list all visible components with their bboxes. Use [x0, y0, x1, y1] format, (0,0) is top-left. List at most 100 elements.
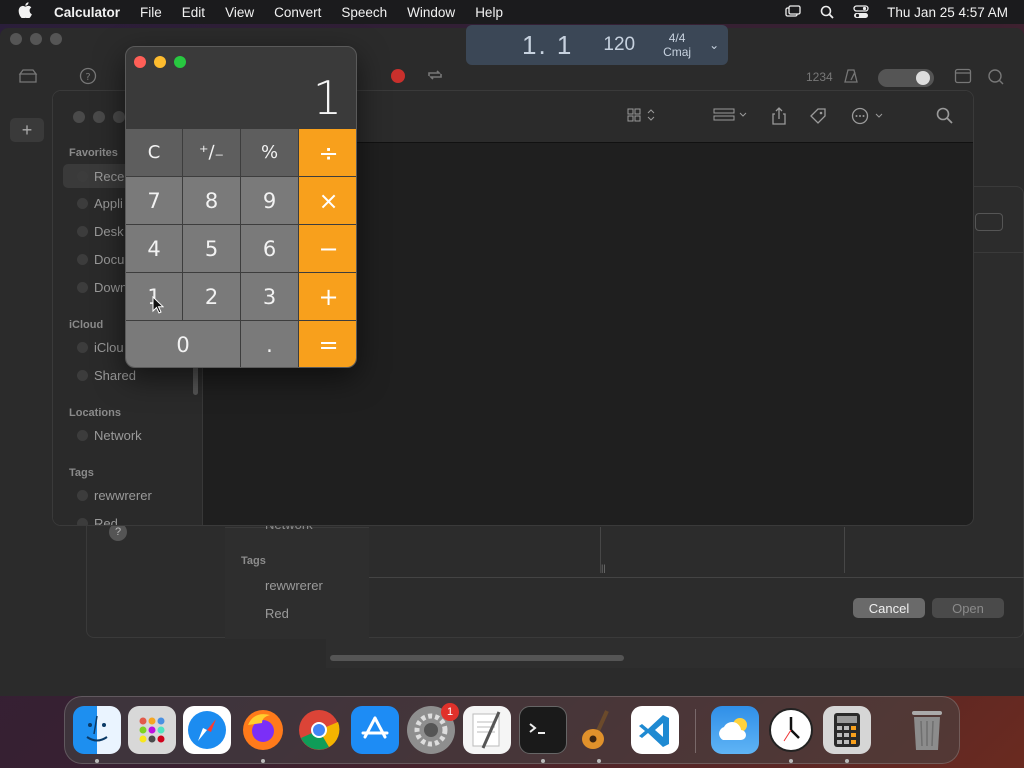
sidebar-item-tag[interactable]: rewwrerer — [77, 488, 152, 503]
sidebar-item-network[interactable]: Network — [77, 428, 142, 443]
tag-icon[interactable] — [809, 107, 827, 129]
decimal-button[interactable]: . — [241, 321, 299, 367]
library-icon[interactable] — [18, 68, 38, 89]
subtract-button[interactable]: − — [299, 225, 356, 273]
loops-icon[interactable] — [987, 68, 1005, 91]
textedit-dock-icon[interactable] — [463, 706, 511, 754]
menu-app-name[interactable]: Calculator — [52, 5, 130, 20]
digit-9-button[interactable]: 9 — [241, 177, 299, 225]
clock-dock-icon[interactable] — [767, 706, 815, 754]
multiply-button[interactable]: × — [299, 177, 356, 225]
close-icon[interactable] — [134, 56, 146, 68]
zoom-icon[interactable] — [113, 111, 125, 123]
clear-button[interactable]: C — [126, 129, 183, 177]
sidebar-item-downloads[interactable]: Down — [77, 280, 127, 295]
digit-3-button[interactable]: 3 — [241, 273, 299, 321]
zoom-icon[interactable] — [174, 56, 186, 68]
sidebar-item-applications[interactable]: Appli — [77, 196, 123, 211]
icloud-heading: iCloud — [69, 319, 104, 331]
cloud-icon — [77, 342, 88, 353]
view-grid-icon[interactable] — [627, 107, 657, 127]
sidebar-item-icloud-drive[interactable]: iClou — [77, 340, 124, 355]
chevron-down-icon[interactable]: ⌄ — [709, 38, 719, 52]
cancel-button[interactable]: Cancel — [853, 598, 925, 618]
firefox-dock-icon[interactable] — [239, 706, 287, 754]
menu-speech[interactable]: Speech — [331, 5, 397, 20]
add-track-button[interactable]: + — [10, 118, 44, 142]
menu-window[interactable]: Window — [397, 5, 465, 20]
terminal-dock-icon[interactable] — [519, 706, 567, 754]
app-store-dock-icon[interactable] — [351, 706, 399, 754]
control-center-icon[interactable] — [853, 5, 869, 19]
dialog-tags-heading: Tags — [241, 555, 266, 567]
group-by-icon[interactable] — [713, 107, 749, 127]
digit-0-button[interactable]: 0 — [126, 321, 241, 367]
minimize-icon[interactable] — [154, 56, 166, 68]
cycle-icon[interactable] — [425, 67, 445, 88]
garageband-dock-icon[interactable] — [575, 706, 623, 754]
digit-2-button[interactable]: 2 — [183, 273, 241, 321]
launchpad-dock-icon[interactable] — [128, 706, 176, 754]
sidebar-item-label: Desk — [94, 224, 124, 239]
open-button[interactable]: Open — [932, 598, 1004, 618]
safari-dock-icon[interactable] — [183, 706, 231, 754]
record-button[interactable] — [391, 69, 405, 83]
sidebar-item-shared[interactable]: Shared — [77, 368, 136, 383]
horizontal-scrollbar[interactable] — [330, 655, 624, 661]
equals-button[interactable]: = — [299, 321, 356, 367]
column-resize-handle-icon[interactable]: || — [601, 563, 606, 573]
running-indicator — [597, 759, 601, 763]
sidebar-item-desktop[interactable]: Desk — [77, 224, 124, 239]
digit-8-button[interactable]: 8 — [183, 177, 241, 225]
digit-6-button[interactable]: 6 — [241, 225, 299, 273]
finder-dock-icon[interactable] — [73, 706, 121, 754]
calculator-dock-icon[interactable] — [823, 706, 871, 754]
sidebar-item-documents[interactable]: Docu — [77, 252, 124, 267]
lcd-display[interactable]: 1. 1 120 4/4 Cmaj ⌄ — [466, 25, 728, 65]
digit-4-button[interactable]: 4 — [126, 225, 183, 273]
menu-edit[interactable]: Edit — [172, 5, 215, 20]
close-icon[interactable] — [73, 111, 85, 123]
sidebar-item-label: Network — [94, 428, 142, 443]
menu-convert[interactable]: Convert — [264, 5, 331, 20]
share-icon[interactable] — [771, 107, 787, 129]
add-button[interactable]: + — [299, 273, 356, 321]
apple-menu-icon[interactable] — [18, 2, 38, 22]
menu-help[interactable]: Help — [465, 5, 513, 20]
digit-5-button[interactable]: 5 — [183, 225, 241, 273]
sidebar-item-tag[interactable]: Red — [77, 516, 118, 525]
more-actions-icon[interactable] — [851, 107, 885, 129]
toggle-sign-button[interactable]: ⁺∕₋ — [183, 129, 241, 177]
search-icon[interactable] — [936, 107, 954, 129]
trash-dock-icon[interactable] — [903, 706, 951, 754]
vscode-dock-icon[interactable] — [631, 706, 679, 754]
count-in-label[interactable]: 1234 — [806, 70, 833, 84]
locations-heading: Locations — [69, 407, 121, 419]
divide-button[interactable]: ÷ — [299, 129, 356, 177]
time-signature: 4/4 Cmaj — [663, 31, 691, 59]
help-icon[interactable]: ? — [79, 67, 97, 90]
screen-mirroring-icon[interactable] — [785, 5, 801, 19]
minimize-icon[interactable] — [93, 111, 105, 123]
menu-bar-clock[interactable]: Thu Jan 25 4:57 AM — [887, 5, 1008, 20]
sidebar-item-label: Down — [94, 280, 128, 295]
calculator-window: 1 C ⁺∕₋ % ÷ 7 8 9 × 4 5 6 − 1 2 3 + 0 . … — [125, 46, 357, 368]
digit-7-button[interactable]: 7 — [126, 177, 183, 225]
menu-view[interactable]: View — [215, 5, 264, 20]
notepad-icon[interactable] — [954, 68, 972, 89]
master-volume-slider[interactable] — [878, 69, 934, 87]
network-icon — [77, 430, 88, 441]
running-indicator — [541, 759, 545, 763]
dialog-tag-item[interactable]: rewwrerer — [265, 578, 323, 593]
percent-button[interactable]: % — [241, 129, 299, 177]
chrome-dock-icon[interactable] — [295, 706, 343, 754]
dialog-search-field[interactable] — [975, 213, 1003, 231]
menu-file[interactable]: File — [130, 5, 172, 20]
tags-heading: Tags — [69, 467, 94, 479]
weather-dock-icon[interactable] — [711, 706, 759, 754]
column-divider[interactable] — [844, 527, 845, 573]
dialog-tag-item[interactable]: Red — [265, 606, 289, 621]
spotlight-search-icon[interactable] — [819, 5, 835, 19]
desktop-icon — [77, 226, 88, 237]
metronome-icon[interactable] — [843, 68, 859, 89]
